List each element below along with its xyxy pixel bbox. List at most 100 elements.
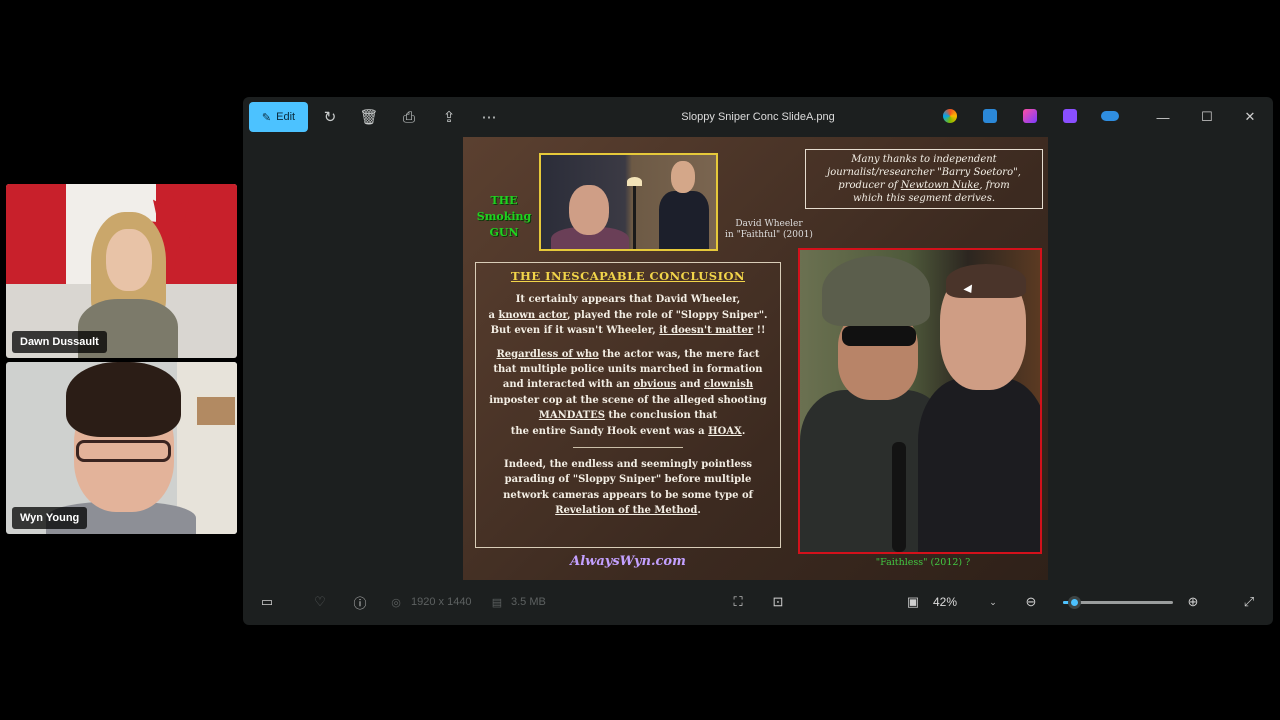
edit-icon: ✎ (261, 111, 272, 124)
text-line: that multiple police units marched in fo… (493, 364, 763, 376)
flag-background (6, 184, 66, 284)
smoking-gun-label: THE Smoking GUN (471, 193, 537, 241)
title-bar: ✎ Edit ↻ 🗑 ⎙ ⇪ ⋯ Sloppy Sniper Conc Slid… (243, 97, 1273, 137)
smoking-gun-line: GUN (489, 226, 519, 239)
close-button[interactable]: ✕ (1238, 105, 1262, 129)
text-line: imposter cop at the scene of the alleged… (489, 394, 767, 406)
underlined-text: obvious (633, 379, 677, 391)
maximize-button[interactable]: ☐ (1195, 105, 1219, 129)
photo-viewer-window: ✎ Edit ↻ 🗑 ⎙ ⇪ ⋯ Sloppy Sniper Conc Slid… (243, 97, 1273, 625)
text-line: Indeed, the endless and seemingly pointl… (504, 459, 752, 471)
text-line: It certainly appears that David Wheeler, (515, 294, 741, 306)
screenshot-icon[interactable]: ▣ (903, 592, 923, 612)
movie-still-photo (539, 153, 718, 251)
clipchamp-icon[interactable] (1023, 109, 1037, 123)
image-stage[interactable]: THE Smoking GUN David Wheeler in "Faithf… (243, 137, 1273, 580)
text-line: parading of "Sloppy Sniper" before multi… (504, 474, 752, 486)
underlined-text: Revelation of the Method (555, 505, 698, 517)
participant-name-tag: Dawn Dussault (12, 331, 107, 353)
info-icon[interactable]: ⓘ (350, 592, 370, 612)
figure-hair (946, 264, 1026, 298)
more-icon[interactable]: ⋯ (478, 106, 500, 128)
photo-caption-bottom: "Faithless" (2012) ? (875, 557, 971, 568)
zoom-slider[interactable] (1063, 596, 1173, 609)
onedrive-icon[interactable] (1101, 111, 1119, 121)
slide-image: THE Smoking GUN David Wheeler in "Faithf… (463, 137, 1048, 580)
zoom-slider-thumb[interactable] (1068, 596, 1081, 609)
text-line: Regardless of who the actor was, the mer… (480, 347, 776, 362)
underlined-text: clownish (704, 379, 754, 391)
glasses (76, 440, 171, 462)
participant-tile-wyn[interactable]: Wyn Young (6, 362, 237, 534)
minimize-button[interactable]: — (1151, 105, 1175, 129)
underlined-text: HOAX (708, 425, 742, 437)
text-line: a known actor, played the role of "Slopp… (480, 308, 776, 323)
underlined-text: Regardless of who (496, 348, 599, 360)
zoom-out-icon[interactable]: ⊖ (1021, 592, 1041, 612)
zoom-level[interactable]: 42% (933, 592, 957, 612)
conclusion-paragraph-1: It certainly appears that David Wheeler,… (480, 292, 776, 338)
figure-face (569, 185, 609, 235)
text-line: and interacted with an obvious and clown… (480, 377, 776, 392)
thanks-text: , from (979, 180, 1010, 191)
text: . (741, 425, 746, 437)
designer-icon[interactable] (983, 109, 997, 123)
text-line: MANDATES the conclusion that (480, 408, 776, 423)
rotate-icon[interactable]: ↻ (319, 106, 341, 128)
zoom-in-icon[interactable]: ⊕ (1183, 592, 1203, 612)
text-line: the entire Sandy Hook event was a HOAX. (480, 424, 776, 439)
thanks-line: producer of Newtown Nuke, from (810, 179, 1038, 192)
sunglasses (842, 326, 916, 346)
edit-label: Edit (276, 111, 296, 123)
participant-name-tag: Wyn Young (12, 507, 88, 529)
conclusion-box: THE INESCAPABLE CONCLUSION It certainly … (475, 262, 781, 548)
conclusion-title: THE INESCAPABLE CONCLUSION (510, 269, 746, 283)
participant-face (106, 229, 152, 291)
text: a (488, 309, 499, 321)
smoking-gun-line: THE (490, 194, 518, 207)
text: But even if it wasn't Wheeler, (490, 325, 660, 337)
share-icon[interactable]: ⇪ (438, 106, 460, 128)
lampshade (627, 177, 642, 186)
picture-frame (194, 394, 237, 428)
thanks-line: which this segment derives. (852, 193, 996, 204)
conclusion-paragraph-2: Regardless of who the actor was, the mer… (480, 347, 776, 439)
actual-size-icon[interactable]: ⊡ (768, 592, 788, 612)
figure-face (671, 161, 695, 193)
caption-line: in "Faithful" (2001) (725, 230, 813, 240)
text: and (676, 379, 704, 391)
participant-tile-dawn[interactable]: Dawn Dussault (6, 184, 237, 358)
signature-text: AlwaysWyn.com (570, 554, 686, 569)
bottom-toolbar: ▭ ♡ ⓘ ◎ 1920 x 1440 ▤ 3.5 MB ⛶ ⊡ ▣ 42% ⌄… (243, 580, 1273, 625)
favorite-icon[interactable]: ♡ (310, 592, 330, 612)
underlined-text: known actor (498, 309, 568, 321)
file-size: 3.5 MB (511, 596, 546, 608)
file-size-icon: ▤ (491, 596, 503, 609)
fit-to-window-icon[interactable]: ⛶ (728, 592, 748, 612)
lamp (633, 183, 636, 249)
edit-button[interactable]: ✎ Edit (249, 102, 308, 132)
thanks-line: journalist/researcher "Barry Soetoro", (827, 167, 1021, 178)
participant-hair (66, 362, 181, 437)
text: . (697, 505, 701, 517)
helmet (822, 256, 930, 326)
text-line: But even if it wasn't Wheeler, it doesn'… (480, 323, 776, 338)
caption-line: David Wheeler (735, 219, 803, 229)
figure-suit (659, 191, 709, 249)
paint-icon[interactable] (1063, 109, 1077, 123)
press-photo (798, 248, 1042, 554)
divider (573, 447, 683, 449)
filmstrip-icon[interactable]: ▭ (257, 592, 277, 612)
fullscreen-icon[interactable]: ⤢ (1239, 592, 1259, 612)
copilot-icon[interactable] (943, 109, 957, 123)
thanks-title: Newtown Nuke (900, 180, 980, 191)
text: the conclusion that (604, 410, 718, 422)
text: the actor was, the mere fact (598, 348, 760, 360)
smoking-gun-line: Smoking (476, 210, 532, 223)
delete-icon[interactable]: 🗑 (358, 106, 380, 128)
chevron-down-icon[interactable]: ⌄ (983, 592, 1003, 612)
text: , played the role of "Sloppy Sniper". (567, 309, 768, 321)
underlined-text: MANDATES (538, 410, 605, 422)
print-icon[interactable]: ⎙ (398, 106, 420, 128)
figure-jacket (918, 378, 1040, 552)
